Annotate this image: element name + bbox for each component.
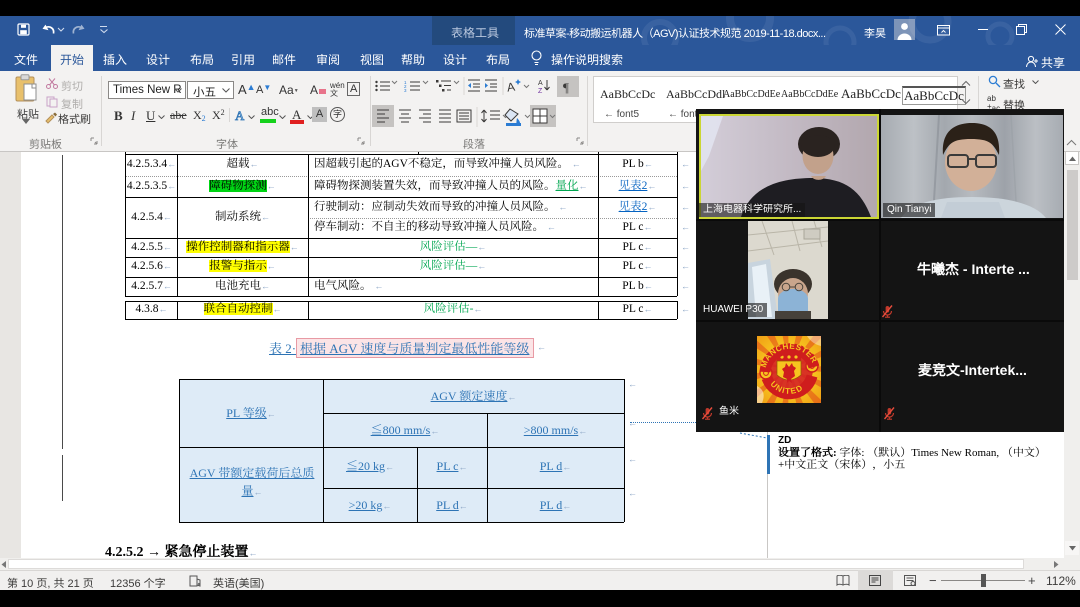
svg-text:A: A xyxy=(506,80,516,95)
svg-text:Z: Z xyxy=(538,88,543,95)
svg-text:A: A xyxy=(538,80,543,87)
svg-text:¶: ¶ xyxy=(563,80,569,95)
svg-text:3: 3 xyxy=(404,88,407,93)
